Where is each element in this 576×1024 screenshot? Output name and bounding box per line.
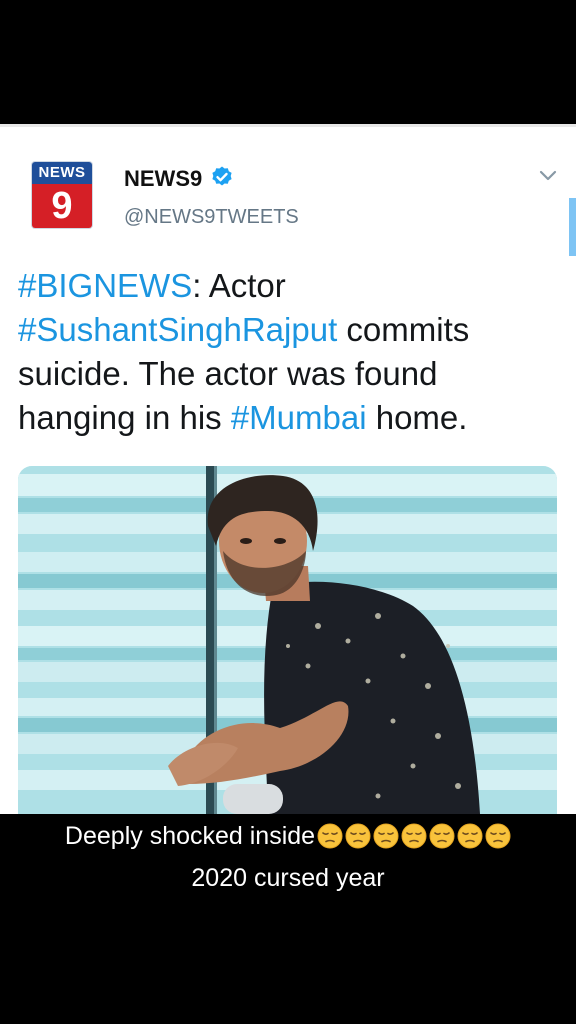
caption-line-2: 2020 cursed year bbox=[191, 864, 385, 892]
pensive-face-icon bbox=[485, 823, 511, 849]
caption-text: Deeply shocked inside bbox=[64, 822, 316, 850]
card-divider bbox=[0, 124, 576, 127]
chevron-down-icon[interactable] bbox=[538, 168, 558, 184]
pensive-face-icon bbox=[373, 823, 399, 849]
caption-line-1: Deeply shocked inside bbox=[0, 822, 576, 851]
tweet-text-segment: : Actor bbox=[192, 267, 286, 304]
emoji-row bbox=[315, 822, 511, 850]
tweet-text: #BIGNEWS: Actor #SushantSinghRajput comm… bbox=[18, 264, 558, 440]
news9-avatar[interactable]: NEWS 9 bbox=[32, 162, 92, 228]
pensive-face-icon bbox=[429, 823, 455, 849]
portrait-photo bbox=[18, 466, 557, 814]
hashtag-sushantsinghrajput[interactable]: #SushantSinghRajput bbox=[18, 311, 337, 348]
avatar-number: 9 bbox=[32, 184, 92, 228]
avatar-top-text: NEWS bbox=[32, 162, 92, 184]
pensive-face-icon bbox=[401, 823, 427, 849]
tweet-card[interactable]: NEWS 9 NEWS9 @NEWS9TWEETS #BIGNEWS: Acto… bbox=[0, 124, 576, 814]
hashtag-bignews[interactable]: #BIGNEWS bbox=[18, 267, 192, 304]
verified-badge-icon bbox=[212, 166, 232, 186]
display-name[interactable]: NEWS9 bbox=[124, 166, 202, 192]
user-handle[interactable]: @NEWS9TWEETS bbox=[124, 206, 299, 229]
tweet-photo[interactable] bbox=[18, 466, 557, 814]
pensive-face-icon bbox=[345, 823, 371, 849]
hashtag-mumbai[interactable]: #Mumbai bbox=[231, 399, 367, 436]
pensive-face-icon bbox=[457, 823, 483, 849]
pensive-face-icon bbox=[317, 823, 343, 849]
scroll-indicator bbox=[569, 198, 576, 256]
tweet-text-segment: home. bbox=[366, 399, 468, 436]
